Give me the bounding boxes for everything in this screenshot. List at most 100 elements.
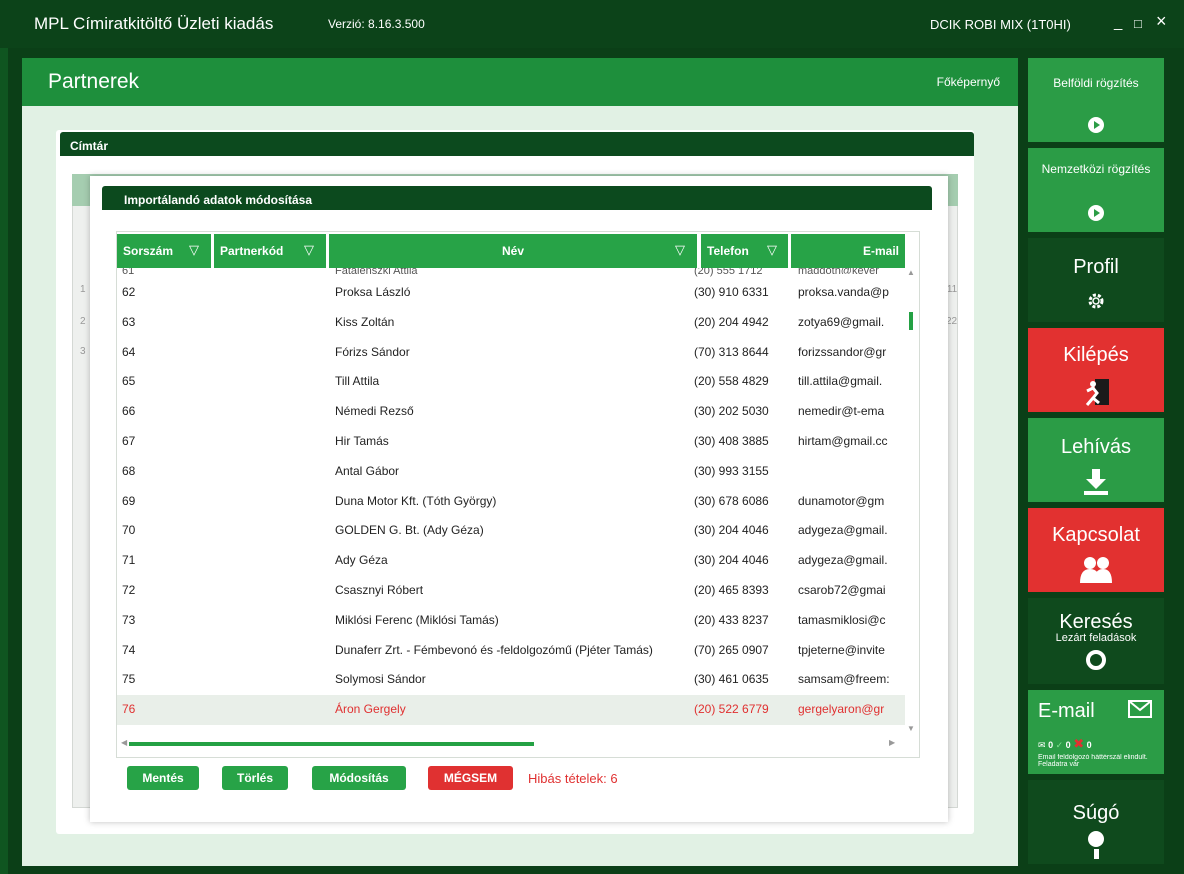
table-row[interactable]: 61 Fatalenszki Attila (20) 555 1712 magg… — [117, 268, 907, 278]
scroll-down-icon[interactable]: ▼ — [907, 724, 915, 733]
cell-sorszam: 63 — [122, 314, 136, 329]
domestic-entry-tile[interactable]: Belföldi rögzítés — [1028, 58, 1164, 142]
grid-header: Sorszám ▽ Partnerkód ▽ Név ▽ Telefon ▽ E-mai… — [117, 232, 905, 268]
profile-tile[interactable]: Profil — [1028, 238, 1164, 322]
page-title: Partnerek — [48, 70, 140, 93]
cimtar-title: Címtár — [60, 132, 974, 156]
email-tile[interactable]: E-mail ✉ 0 ✓ 0 ✖ 0 Email feldolgozó hátt… — [1028, 690, 1164, 774]
column-header-sorszam[interactable]: Sorszám ▽ — [117, 234, 211, 268]
column-header-telefon[interactable]: Telefon ▽ — [701, 234, 788, 268]
save-button[interactable]: Mentés — [127, 766, 199, 790]
column-header-email[interactable]: E-mail — [791, 234, 905, 268]
close-button[interactable]: × — [1156, 11, 1167, 32]
email-count: 0 — [1086, 740, 1092, 750]
cell-email: gergelyaron@gr — [798, 702, 885, 717]
user-label: DCIK ROBI MIX (1T0HI) — [930, 17, 1071, 32]
cell-telefon: (30) 202 5030 — [694, 404, 769, 419]
scroll-left-icon[interactable]: ◀ — [121, 738, 127, 747]
cell-telefon: (20) 522 6779 — [694, 702, 769, 717]
email-count: 0 — [1065, 740, 1071, 750]
table-row[interactable]: 67 Hir Tamás (30) 408 3885 hirtam@gmail.cc — [117, 427, 907, 457]
import-grid: Sorszám ▽ Partnerkód ▽ Név ▽ Telefon ▽ E-mai… — [116, 231, 920, 758]
cell-telefon: (30) 204 4046 — [694, 523, 769, 538]
horizontal-scroll-thumb[interactable] — [129, 742, 534, 746]
cell-email: tpjeterne@invite — [798, 642, 885, 657]
exit-tile[interactable]: Kilépés — [1028, 328, 1164, 412]
table-row[interactable]: 70 GOLDEN G. Bt. (Ady Géza) (30) 204 4046 a… — [117, 516, 907, 546]
cell-telefon: (30) 678 6086 — [694, 493, 769, 508]
modify-button[interactable]: Módosítás — [312, 766, 406, 790]
table-row[interactable]: 62 Proksa László (30) 910 6331 proksa.vanda… — [117, 278, 907, 308]
home-link[interactable]: Főképernyő — [937, 75, 1000, 89]
cell-email: hirtam@gmail.cc — [798, 434, 888, 448]
international-entry-tile[interactable]: Nemzetközi rögzítés — [1028, 148, 1164, 232]
cell-nev: Duna Motor Kft. (Tóth György) — [335, 493, 497, 508]
column-header-nev[interactable]: Név ▽ — [329, 234, 697, 268]
email-counters: ✉ 0 ✓ 0 ✖ 0 — [1038, 736, 1092, 752]
cell-sorszam: 62 — [122, 285, 136, 299]
table-row[interactable]: 64 Fórizs Sándor (70) 313 8644 forizssandor… — [117, 338, 907, 368]
filter-icon[interactable]: ▽ — [189, 233, 199, 267]
table-row[interactable]: 66 Némedi Rezső (30) 202 5030 nemedir@t-ema — [117, 397, 907, 427]
cell-sorszam: 73 — [122, 612, 136, 627]
check-icon: ✓ — [1055, 740, 1064, 750]
table-row[interactable]: 72 Csasznyi Róbert (20) 465 8393 csarob72@g… — [117, 576, 907, 606]
download-tile[interactable]: Lehívás — [1028, 418, 1164, 502]
cell-telefon: (70) 265 0907 — [694, 642, 769, 657]
play-icon — [1088, 117, 1104, 133]
app-title: MPL Címiratkitöltő Üzleti kiadás — [34, 14, 274, 33]
delete-button[interactable]: Törlés — [222, 766, 288, 790]
mail-icon: ✉ — [1038, 740, 1046, 750]
column-header-partnerkod[interactable]: Partnerkód ▽ — [214, 234, 326, 268]
vertical-scroll-thumb[interactable] — [909, 312, 913, 330]
minimize-button[interactable]: _ — [1114, 14, 1122, 31]
import-edit-dialog: Importálandó adatok módosítása Sorszám ▽ … — [90, 176, 948, 822]
cell-sorszam: 66 — [122, 404, 136, 419]
cell-nev: Áron Gergely — [335, 702, 406, 717]
contacts-icon — [1080, 557, 1112, 583]
email-count: 0 — [1048, 740, 1054, 750]
x-icon: ✖ — [1073, 736, 1085, 751]
cell-email: csarob72@gmai — [798, 583, 886, 597]
column-label: E-mail — [862, 244, 899, 258]
table-row[interactable]: 76 Áron Gergely (20) 522 6779 gergelyaron@g… — [117, 695, 907, 725]
page-header: Partnerek Főképernyő — [22, 58, 1018, 106]
scroll-up-icon[interactable]: ▲ — [907, 268, 915, 277]
search-tile[interactable]: Keresés Lezárt feladások — [1028, 598, 1164, 684]
tile-label: Kapcsolat — [1052, 524, 1140, 546]
cell-email: zotya69@gmail. — [798, 314, 885, 329]
table-row[interactable]: 71 Ady Géza (30) 204 4046 adygeza@gmail. — [117, 546, 907, 576]
cell-telefon: (20) 465 8393 — [694, 583, 769, 597]
table-row[interactable]: 73 Miklósi Ferenc (Miklósi Tamás) (20) 433… — [117, 606, 907, 636]
version-label: Verzió: 8.16.3.500 — [328, 17, 425, 31]
cell-nev: Antal Gábor — [335, 463, 400, 478]
maximize-button[interactable]: □ — [1134, 16, 1142, 31]
cell-telefon: (20) 558 4829 — [694, 374, 769, 389]
filter-icon[interactable]: ▽ — [304, 233, 314, 267]
tile-label: Súgó — [1072, 802, 1120, 824]
cell-telefon: (30) 910 6331 — [694, 285, 769, 299]
table-row[interactable]: 65 Till Attila (20) 558 4829 till.attila@gm… — [117, 367, 907, 397]
table-row[interactable]: 75 Solymosi Sándor (30) 461 0635 samsam@fre… — [117, 665, 907, 695]
column-label: Név — [501, 244, 524, 258]
cell-telefon: (30) 408 3885 — [694, 434, 769, 448]
filter-icon[interactable]: ▽ — [675, 233, 685, 267]
exit-icon — [1085, 379, 1109, 406]
cell-nev: Till Attila — [335, 374, 380, 389]
cell-sorszam: 70 — [122, 523, 136, 538]
vertical-scrollbar[interactable] — [905, 268, 919, 734]
filter-icon[interactable]: ▽ — [767, 233, 777, 267]
help-tile[interactable]: Súgó — [1028, 780, 1164, 864]
cancel-button[interactable]: MÉGSEM — [428, 766, 513, 790]
cell-telefon: (20) 204 4942 — [694, 314, 769, 329]
table-row[interactable]: 74 Dunaferr Zrt. - Fémbevonó és -feldolgo… — [117, 636, 907, 666]
column-label: Partnerkód — [220, 244, 284, 258]
cell-sorszam: 69 — [122, 493, 136, 508]
contact-tile[interactable]: Kapcsolat — [1028, 508, 1164, 592]
cell-email: samsam@freem: — [798, 672, 890, 687]
scroll-right-icon[interactable]: ▶ — [889, 738, 895, 747]
table-row[interactable]: 68 Antal Gábor (30) 993 3155 — [117, 457, 907, 487]
table-row[interactable]: 69 Duna Motor Kft. (Tóth György) (30) 678 … — [117, 487, 907, 517]
table-row[interactable]: 63 Kiss Zoltán (20) 204 4942 zotya69@gmail. — [117, 308, 907, 338]
tile-sublabel: Lezárt feladások — [1055, 632, 1137, 644]
